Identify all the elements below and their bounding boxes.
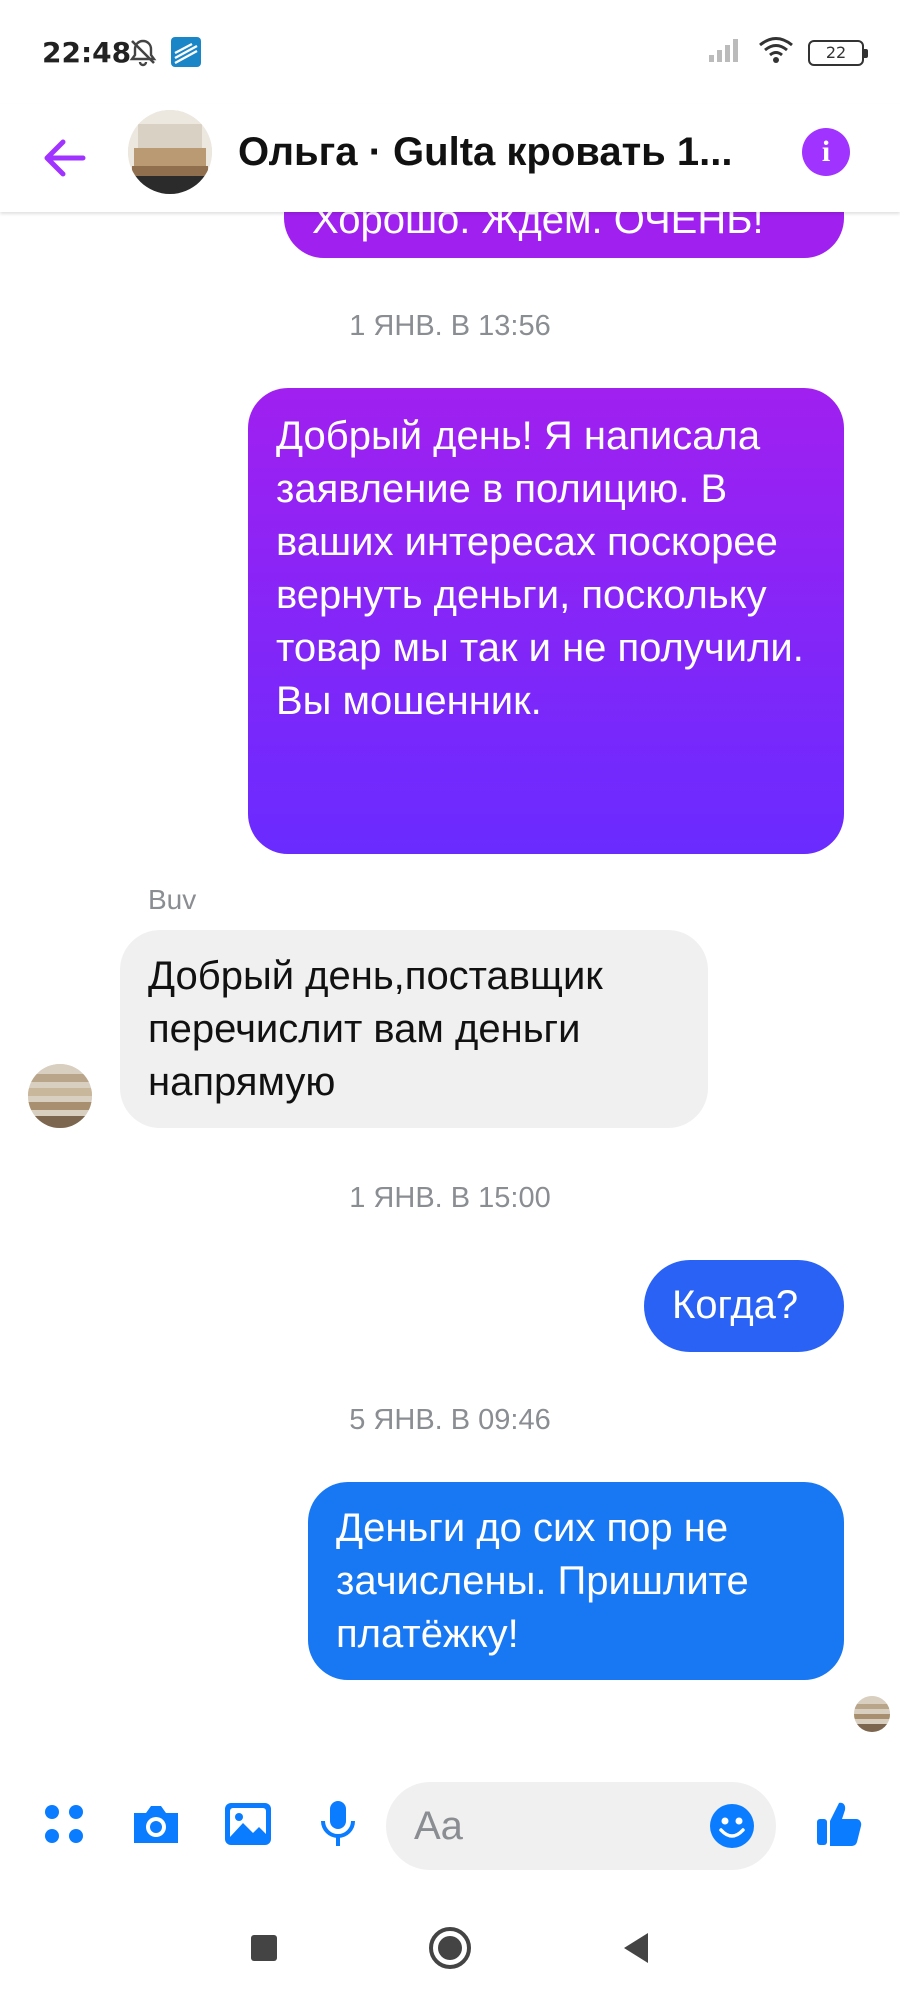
recents-button[interactable]: [234, 1918, 294, 1978]
wifi-icon: [758, 36, 794, 69]
message-timestamp: 5 ЯНВ. В 09:46: [349, 1404, 551, 1436]
camera-icon: [134, 1806, 178, 1843]
image-icon: [225, 1803, 271, 1845]
home-icon: [429, 1927, 471, 1969]
status-time: 22:48: [42, 36, 132, 69]
info-icon: i: [821, 135, 831, 168]
contact-avatar[interactable]: [128, 110, 212, 194]
conversation-title[interactable]: Ольга · Gulta кровать 1...: [238, 130, 778, 175]
message-input-box[interactable]: [386, 1782, 776, 1870]
mute-icon: [128, 37, 158, 72]
system-back-button[interactable]: [606, 1918, 666, 1978]
message-bubble-outgoing[interactable]: Хорошо. Ждем. ОЧЕНЬ!: [284, 212, 844, 258]
status-icons-right: 22: [708, 36, 868, 69]
message-text: Добрый день! Я написала заявление в поли…: [276, 414, 804, 723]
status-bar: 22:48 22: [0, 0, 900, 104]
message-text: Деньги до сих пор не зачислены. Пришлите…: [336, 1506, 749, 1656]
back-button[interactable]: [34, 128, 94, 188]
message-input[interactable]: [414, 1782, 694, 1870]
microphone-icon: [321, 1801, 355, 1846]
apps-icon: [45, 1805, 83, 1843]
camera-button[interactable]: [128, 1796, 184, 1852]
emoji-button[interactable]: [708, 1802, 756, 1850]
message-list[interactable]: Хорошо. Ждем. ОЧЕНЬ! 1 ЯНВ. В 13:56 Добр…: [0, 212, 900, 1752]
voice-button[interactable]: [310, 1796, 366, 1852]
composer-bar: [0, 1752, 900, 1888]
app-icon: [170, 36, 202, 73]
message-bubble-outgoing[interactable]: Добрый день! Я написала заявление в поли…: [248, 388, 844, 854]
back-arrow-icon: [44, 139, 86, 177]
message-timestamp: 1 ЯНВ. В 13:56: [349, 310, 551, 342]
read-receipt-avatar: [854, 1696, 890, 1732]
message-bubble-outgoing[interactable]: Деньги до сих пор не зачислены. Пришлите…: [308, 1482, 844, 1680]
message-text: Когда?: [672, 1283, 799, 1327]
home-button[interactable]: [420, 1918, 480, 1978]
emoji-icon: [710, 1804, 754, 1848]
thumbs-up-icon: [817, 1802, 862, 1846]
back-icon: [624, 1933, 648, 1963]
message-timestamp: 1 ЯНВ. В 15:00: [349, 1182, 551, 1214]
apps-button[interactable]: [36, 1796, 92, 1852]
like-button[interactable]: [812, 1796, 868, 1852]
message-text: Хорошо. Ждем. ОЧЕНЬ!: [312, 212, 764, 242]
info-button[interactable]: i: [802, 128, 850, 176]
signal-icon: [708, 37, 744, 68]
system-navigation-bar: [0, 1888, 900, 2000]
sender-avatar[interactable]: [28, 1064, 92, 1128]
conversation-header: Ольга · Gulta кровать 1... i: [0, 104, 900, 212]
message-bubble-incoming[interactable]: Добрый день,поставщик перечислит вам ден…: [120, 930, 708, 1128]
message-text: Добрый день,поставщик перечислит вам ден…: [148, 954, 603, 1104]
message-bubble-outgoing[interactable]: Когда?: [644, 1260, 844, 1352]
recents-icon: [251, 1935, 277, 1961]
status-icons-left: [128, 36, 202, 73]
battery-icon: 22: [808, 39, 868, 66]
gallery-button[interactable]: [220, 1796, 276, 1852]
sender-name: Buv: [148, 884, 197, 915]
